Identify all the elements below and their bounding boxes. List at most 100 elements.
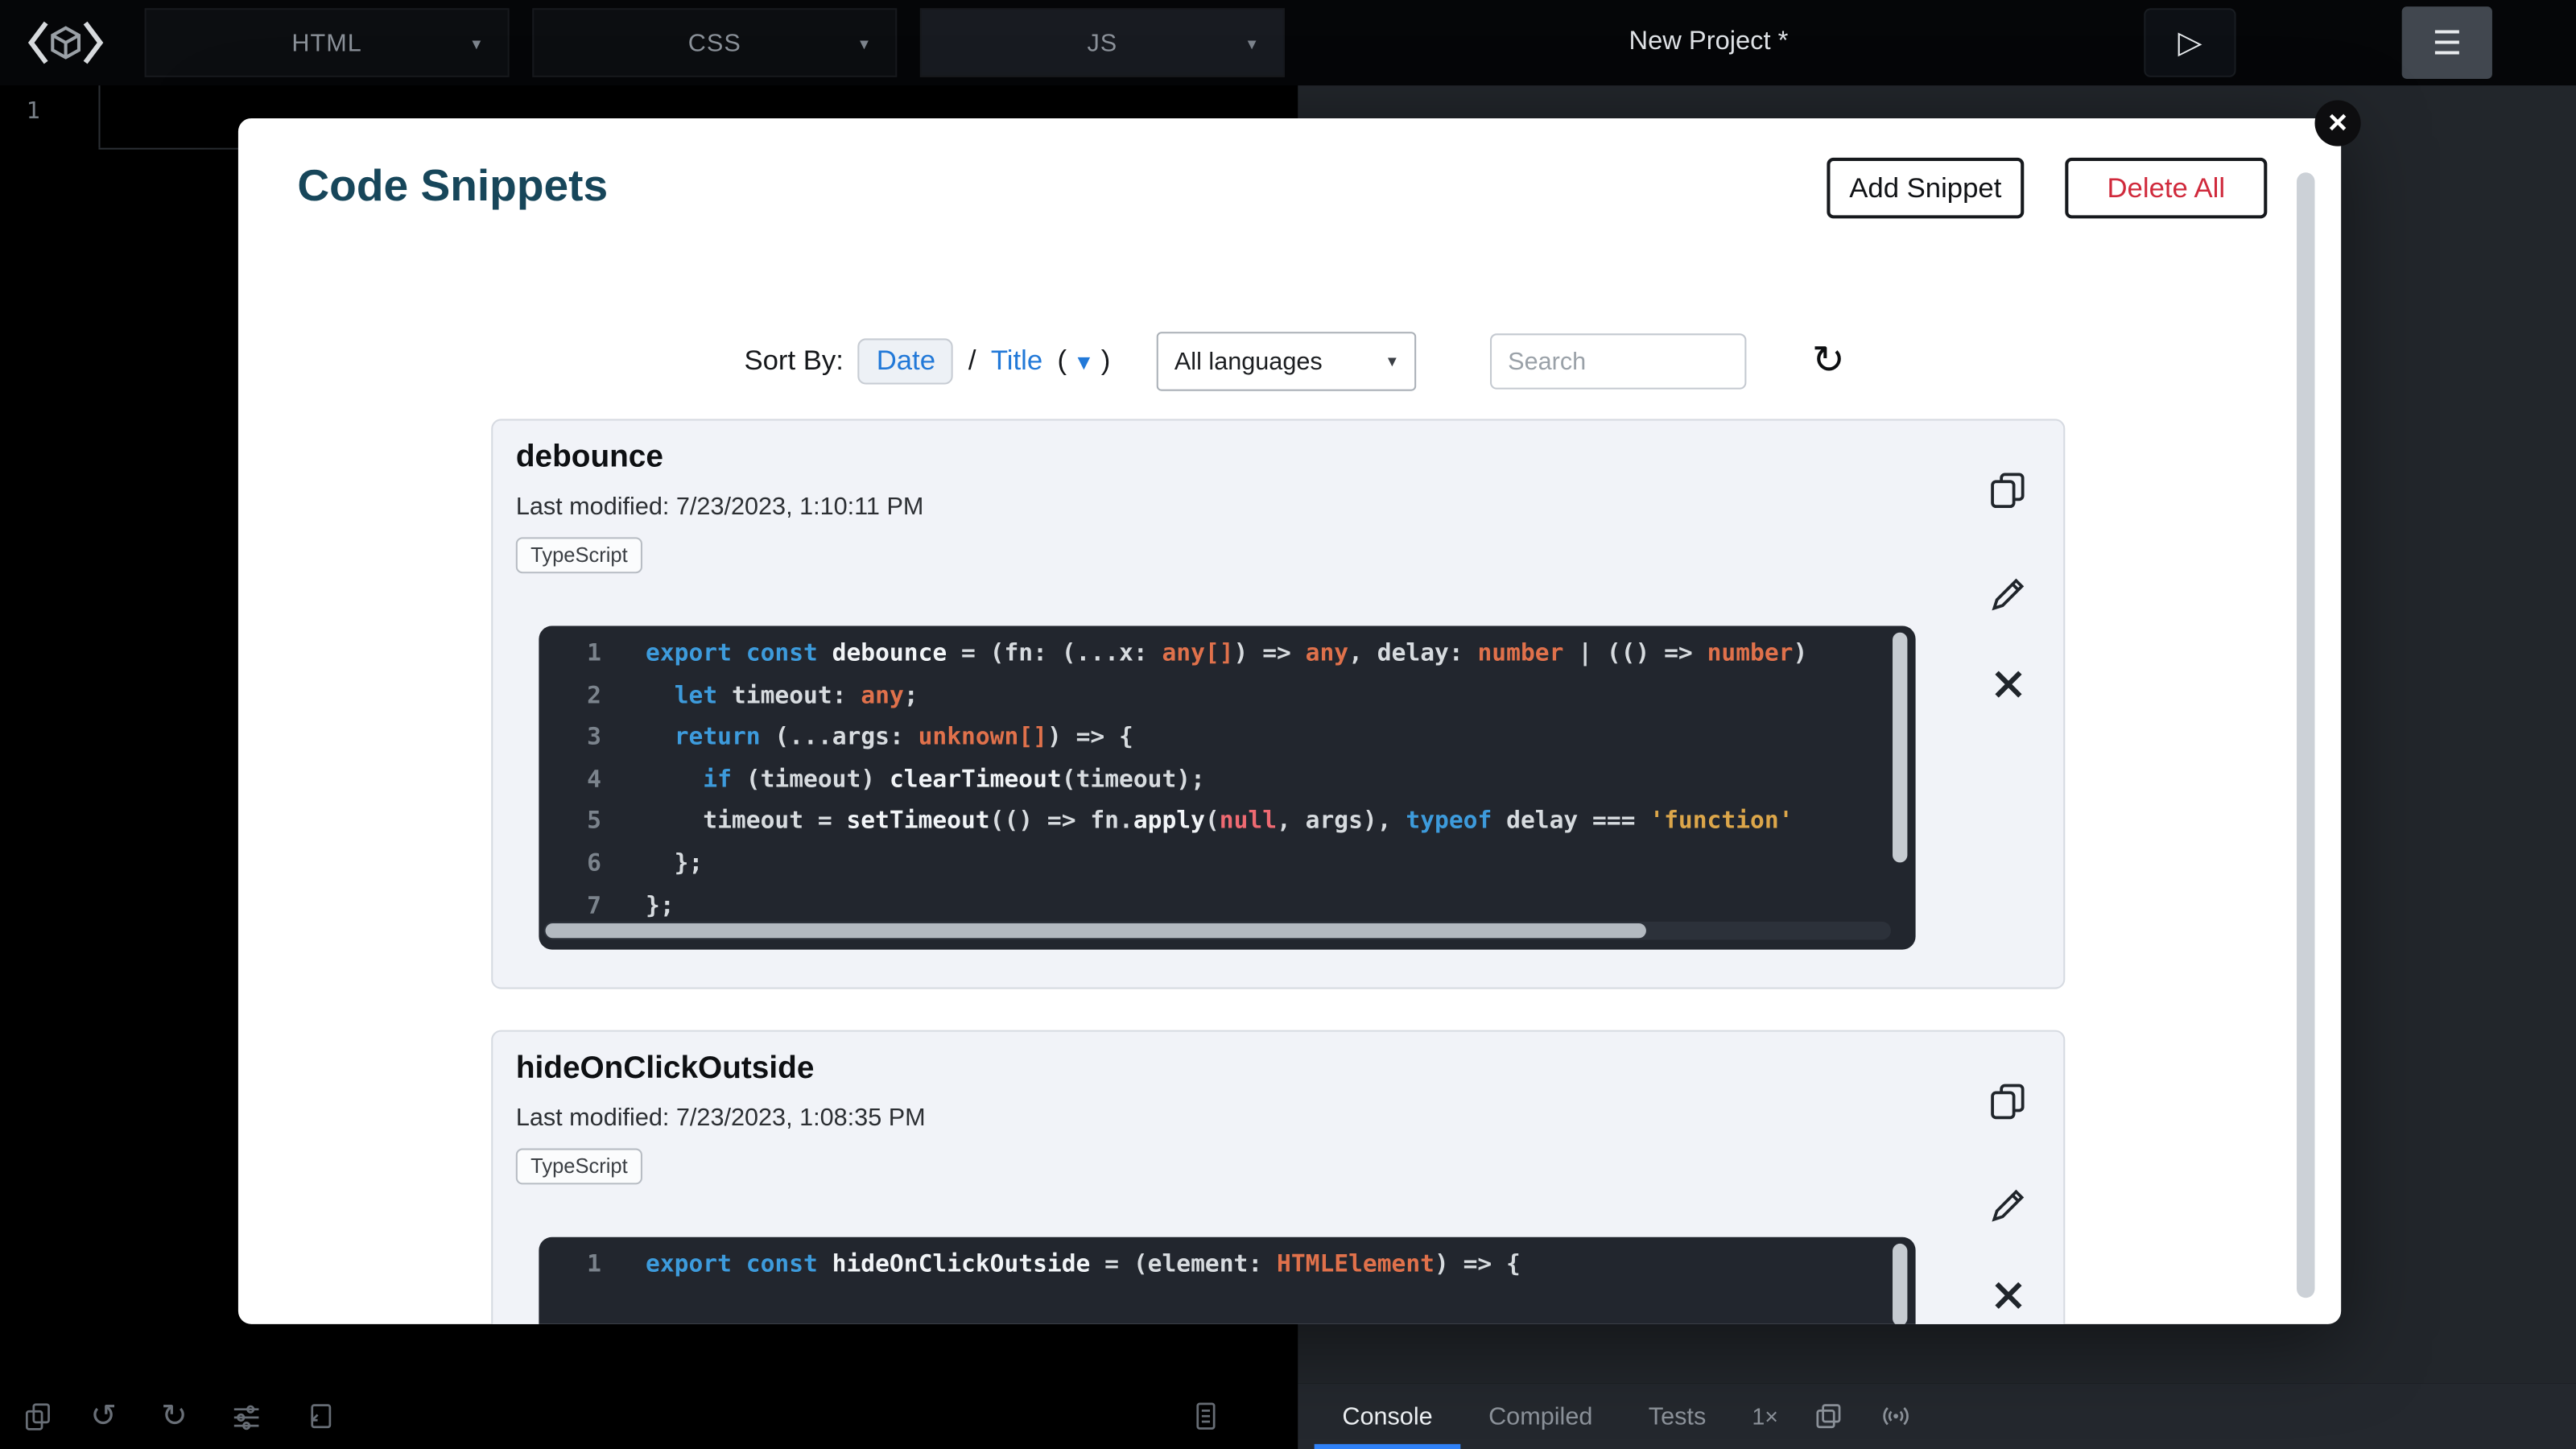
file-button[interactable]	[1178, 1383, 1233, 1449]
sort-by-label: Sort By:	[744, 345, 843, 378]
code-snippets-modal: × Code Snippets Add Snippet Delete All S…	[238, 118, 2341, 1324]
language-badge: TypeScript	[516, 1149, 642, 1185]
code-vertical-scrollbar[interactable]	[1893, 1244, 1907, 1324]
html-dropdown-button[interactable]: ▼	[455, 23, 497, 66]
close-icon: ×	[2328, 105, 2347, 142]
js-dropdown-button[interactable]: ▼	[1231, 23, 1274, 66]
sort-controls: Sort By: Date / Title ( ▼ ) All language…	[744, 332, 1854, 390]
delete-snippet-button[interactable]	[1986, 662, 2029, 704]
editor-gutter-divider	[98, 85, 100, 148]
pencil-icon	[1986, 572, 2029, 614]
run-button[interactable]: ▷	[2144, 8, 2235, 77]
edit-snippet-button[interactable]	[1986, 572, 2029, 614]
redo-icon: ↻	[161, 1397, 187, 1435]
snippet-search-input[interactable]	[1490, 333, 1746, 389]
live-reload-button[interactable]	[1862, 1383, 1931, 1449]
sort-divider: /	[968, 345, 976, 378]
code-horizontal-scrollbar-track	[544, 922, 1891, 939]
language-filter-select[interactable]: All languages ▼	[1156, 332, 1415, 390]
hamburger-icon: ☰	[2432, 23, 2462, 64]
undo-icon: ↺	[90, 1397, 116, 1435]
modal-scrollbar[interactable]	[2297, 172, 2314, 1298]
panel-js-label: JS	[1087, 29, 1117, 57]
snippet-title: debounce	[516, 440, 663, 477]
language-filter-value: All languages	[1174, 348, 1323, 376]
play-icon: ▷	[2178, 24, 2202, 62]
code-line: 1export const hideOnClickOutside = (elem…	[539, 1245, 1915, 1287]
editor-line-number: 1	[27, 98, 40, 125]
menu-button[interactable]: ☰	[2402, 6, 2492, 79]
code-horizontal-scrollbar[interactable]	[546, 923, 1646, 938]
project-title: New Project *	[1479, 0, 1938, 85]
bottom-bar-right: Console Compiled Tests 1×	[1298, 1383, 2576, 1449]
tab-compiled[interactable]: Compiled	[1460, 1383, 1620, 1449]
tab-console[interactable]: Console	[1315, 1383, 1461, 1449]
add-snippet-button[interactable]: Add Snippet	[1827, 158, 2024, 219]
css-dropdown-button[interactable]: ▼	[843, 23, 886, 66]
tab-tests-label: Tests	[1649, 1402, 1706, 1430]
delete-snippet-button[interactable]	[1986, 1274, 2029, 1316]
snippet-last-modified: Last modified: 7/23/2023, 1:08:35 PM	[516, 1104, 926, 1132]
zoom-level-button[interactable]: 1×	[1734, 1383, 1796, 1449]
x-icon	[1986, 662, 2029, 704]
app-logo-icon	[19, 14, 111, 70]
top-bar: HTML ▼ CSS ▼ JS ▼ New Project * ▷ ☰	[0, 0, 2576, 85]
snippet-card: hideOnClickOutside Last modified: 7/23/2…	[491, 1030, 2065, 1324]
tab-compiled-label: Compiled	[1488, 1402, 1592, 1430]
close-paren: )	[1101, 345, 1111, 378]
delete-all-button[interactable]: Delete All	[2065, 158, 2267, 219]
modal-title: Code Snippets	[297, 161, 608, 212]
undo-button[interactable]: ↺	[76, 1383, 131, 1449]
code-line: 6 };	[539, 844, 1915, 886]
copy-icon	[22, 1400, 55, 1433]
copy-icon	[1986, 469, 2029, 511]
snippet-card: debounce Last modified: 7/23/2023, 1:10:…	[491, 419, 2065, 989]
refresh-icon: ↻	[1812, 338, 1845, 382]
stacked-windows-icon	[1813, 1400, 1846, 1433]
app: HTML ▼ CSS ▼ JS ▼ New Project * ▷ ☰ 1	[0, 0, 2576, 1449]
windows-button[interactable]	[1796, 1383, 1862, 1449]
x-icon	[1986, 1274, 2029, 1316]
snippet-last-modified: Last modified: 7/23/2023, 1:10:11 PM	[516, 493, 924, 521]
code-line: 1export const debounce = (fn: (...x: any…	[539, 634, 1915, 676]
copy-snippet-button[interactable]	[1986, 469, 2029, 511]
copy-snippet-button[interactable]	[1986, 1080, 2029, 1122]
chevron-down-icon: ▼	[469, 36, 484, 52]
chevron-down-icon: ▼	[857, 36, 871, 52]
snippet-code-block[interactable]: 1export const debounce = (fn: (...x: any…	[539, 626, 1915, 950]
copy-icon	[1986, 1080, 2029, 1122]
chevron-down-icon: ▼	[1245, 36, 1259, 52]
redo-button[interactable]: ↻	[147, 1383, 202, 1449]
sort-direction-toggle[interactable]: ( ▼ )	[1058, 345, 1111, 378]
sort-by-date-button[interactable]: Date	[858, 338, 953, 384]
code-vertical-scrollbar[interactable]	[1893, 633, 1907, 863]
snippet-code-block[interactable]: 1export const hideOnClickOutside = (elem…	[539, 1237, 1915, 1324]
modal-body: Code Snippets Add Snippet Delete All Sor…	[238, 118, 2341, 1324]
edit-snippet-button[interactable]	[1986, 1183, 2029, 1225]
sliders-icon	[230, 1400, 263, 1433]
code-line: 5 timeout = setTimeout(() => fn.apply(nu…	[539, 803, 1915, 844]
snippet-title: hideOnClickOutside	[516, 1051, 815, 1088]
file-icon	[1190, 1400, 1223, 1433]
panel-header-js[interactable]: JS ▼	[920, 8, 1285, 77]
sort-direction-arrow-icon: ▼	[1073, 349, 1094, 374]
code-line: 3 return (...args: unknown[]) => {	[539, 718, 1915, 760]
broadcast-icon	[1878, 1400, 1914, 1433]
chevron-down-icon: ▼	[1385, 353, 1399, 369]
code-line: 2 let timeout: any;	[539, 676, 1915, 718]
copy-button[interactable]	[10, 1383, 65, 1449]
panel-header-css[interactable]: CSS ▼	[532, 8, 897, 77]
zoom-level-label: 1×	[1752, 1403, 1778, 1430]
language-badge: TypeScript	[516, 537, 642, 573]
modal-close-button[interactable]: ×	[2315, 100, 2361, 146]
panel-header-html[interactable]: HTML ▼	[145, 8, 510, 77]
export-code-button[interactable]	[292, 1383, 348, 1449]
tab-console-label: Console	[1342, 1402, 1432, 1430]
format-settings-button[interactable]	[218, 1383, 274, 1449]
refresh-button[interactable]: ↻	[1802, 340, 1855, 382]
bottom-bar: ↺ ↻ Console Compile	[0, 1383, 2576, 1449]
sort-by-title-button[interactable]: Title	[991, 345, 1042, 378]
pencil-icon	[1986, 1183, 2029, 1225]
open-paren: (	[1058, 345, 1067, 378]
tab-tests[interactable]: Tests	[1620, 1383, 1734, 1449]
